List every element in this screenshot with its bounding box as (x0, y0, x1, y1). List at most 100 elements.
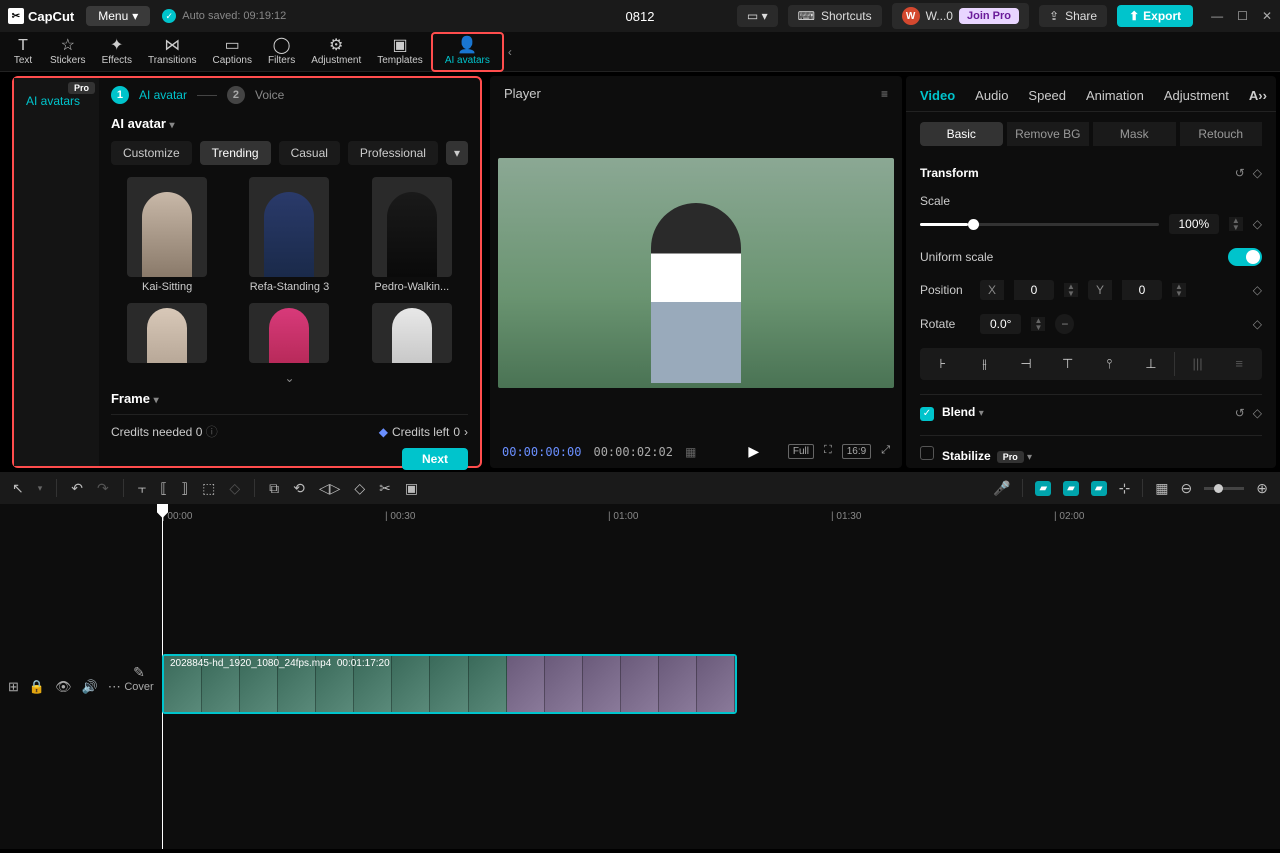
join-pro-badge[interactable]: Join Pro (959, 8, 1019, 24)
align-center-h-icon[interactable]: ⫲ (966, 352, 1004, 376)
tab-templates[interactable]: ▣Templates (369, 36, 431, 68)
distribute-h-icon[interactable]: ||| (1179, 352, 1217, 376)
duplicate-icon[interactable]: ⧉ (269, 480, 279, 497)
tab-filters[interactable]: ◯Filters (260, 36, 303, 68)
track-add-icon[interactable]: ⊞ (8, 679, 19, 695)
fullscreen-icon[interactable]: ⤢ (881, 444, 890, 459)
crop-icon[interactable]: ✂ (379, 480, 391, 497)
x-stepper[interactable]: ▲▼ (1064, 283, 1078, 297)
track-more-icon[interactable]: ⋯ (108, 679, 121, 695)
scale-value[interactable]: 100% (1169, 214, 1219, 234)
reset-icon[interactable]: ↺ (1235, 166, 1245, 180)
tab-stickers[interactable]: ☆Stickers (42, 36, 94, 68)
step-2-label[interactable]: Voice (255, 88, 284, 102)
blend-row[interactable]: ✓Blend ▾ (920, 405, 984, 421)
chip-customize[interactable]: Customize (111, 141, 192, 165)
position-y-input[interactable]: 0 (1122, 280, 1162, 300)
project-title[interactable]: 0812 (626, 9, 655, 24)
track-mute-icon[interactable]: 🔊 (82, 679, 98, 695)
full-button[interactable]: Full (788, 444, 814, 459)
scale-keyframe-icon[interactable]: ◇ (1253, 217, 1262, 231)
timeline-ruler[interactable]: | 00:00 | 00:30 | 01:00 | 01:30 | 02:00 (0, 504, 1280, 528)
blend-checkbox[interactable]: ✓ (920, 407, 934, 421)
preview-icon[interactable]: ▰ (1091, 481, 1107, 496)
scale-slider[interactable] (920, 223, 1159, 226)
tab-ai-avatars[interactable]: 👤AI avatars (437, 36, 498, 68)
align-center-v-icon[interactable]: ⫯ (1091, 352, 1129, 376)
track-icon[interactable]: ▦ (1155, 480, 1168, 497)
maximize-icon[interactable]: ☐ (1237, 9, 1248, 23)
scale-fit-icon[interactable]: ⛶ (824, 444, 832, 459)
play-button[interactable]: ▶ (748, 443, 759, 460)
align-left-icon[interactable]: ⊦ (924, 352, 962, 376)
uniform-scale-toggle[interactable] (1228, 248, 1262, 266)
avatar-card-5[interactable] (233, 303, 345, 363)
menu-button[interactable]: Menu ▾ (86, 6, 150, 26)
align-top-icon[interactable]: ⊤ (1049, 352, 1087, 376)
video-preview[interactable] (498, 158, 894, 388)
stabilize-checkbox[interactable] (920, 446, 934, 460)
chip-more-button[interactable]: ▾ (446, 141, 468, 165)
link-icon[interactable]: ▰ (1063, 481, 1079, 496)
scale-stepper[interactable]: ▲▼ (1229, 217, 1243, 231)
credits-left[interactable]: ◆ Credits left 0 › (379, 425, 468, 439)
step-1-label[interactable]: AI avatar (139, 88, 187, 102)
collapse-chevron-icon[interactable]: ‹ (508, 45, 512, 59)
subtab-basic[interactable]: Basic (920, 122, 1003, 146)
tab-text[interactable]: TText (4, 36, 42, 68)
next-button[interactable]: Next (402, 448, 468, 470)
distribute-v-icon[interactable]: ≡ (1220, 352, 1258, 376)
minimize-icon[interactable]: — (1211, 9, 1223, 23)
avatar-card-6[interactable] (356, 303, 468, 363)
rotate-keyframe-icon[interactable]: ◇ (1253, 317, 1262, 331)
prop-tab-animation[interactable]: Animation (1086, 88, 1144, 103)
freeze-icon[interactable]: ▣ (405, 480, 418, 497)
avatar-card-4[interactable] (111, 303, 223, 363)
tab-effects[interactable]: ✦Effects (94, 36, 140, 68)
chip-professional[interactable]: Professional (348, 141, 438, 165)
shortcuts-button[interactable]: ⌨ Shortcuts (788, 5, 882, 27)
view-grid-icon[interactable]: ▦ (685, 445, 696, 459)
zoom-in-icon[interactable]: ⊕ (1256, 480, 1268, 497)
magnetic-icon[interactable]: ▰ (1035, 481, 1051, 496)
snap-icon[interactable]: ⊹ (1119, 480, 1131, 497)
position-keyframe-icon[interactable]: ◇ (1253, 283, 1262, 297)
blend-keyframe-icon[interactable]: ◇ (1253, 406, 1262, 420)
tab-adjustment[interactable]: ⚙Adjustment (303, 36, 369, 68)
crop-tool-icon[interactable]: ⬚ (202, 480, 215, 497)
subtab-remove-bg[interactable]: Remove BG (1007, 122, 1090, 146)
y-stepper[interactable]: ▲▼ (1172, 283, 1186, 297)
position-x-input[interactable]: 0 (1014, 280, 1054, 300)
aspect-ratio-button[interactable]: ▭ ▾ (737, 5, 778, 27)
subtab-mask[interactable]: Mask (1093, 122, 1176, 146)
chip-casual[interactable]: Casual (279, 141, 340, 165)
subtab-retouch[interactable]: Retouch (1180, 122, 1263, 146)
expand-chevron-icon[interactable]: ⌄ (111, 371, 468, 385)
mic-icon[interactable]: 🎤 (993, 480, 1010, 497)
user-menu[interactable]: W W...0 Join Pro (892, 3, 1029, 29)
cover-button[interactable]: ✎ Cover (120, 664, 158, 693)
chip-trending[interactable]: Trending (200, 141, 271, 165)
close-icon[interactable]: ✕ (1262, 9, 1272, 23)
rotate-icon[interactable]: ◇ (354, 480, 365, 497)
trim-right-icon[interactable]: ⟧ (181, 480, 188, 497)
mirror-icon[interactable]: ◁▷ (319, 480, 341, 497)
zoom-slider[interactable] (1204, 487, 1244, 490)
select-tool-icon[interactable]: ↖ (12, 480, 24, 497)
rotate-input[interactable]: 0.0° (980, 314, 1021, 334)
prop-tab-more[interactable]: A›› (1249, 88, 1267, 103)
stabilize-row[interactable]: StabilizePro ▾ (920, 446, 1032, 463)
track-lock-icon[interactable]: 🔒 (29, 679, 45, 695)
align-right-icon[interactable]: ⊣ (1007, 352, 1045, 376)
redo-icon[interactable]: ↷ (97, 480, 109, 497)
prop-tab-video[interactable]: Video (920, 88, 955, 103)
zoom-out-icon[interactable]: ⊖ (1181, 480, 1193, 497)
prop-tab-audio[interactable]: Audio (975, 88, 1008, 103)
tab-transitions[interactable]: ⋈Transitions (140, 36, 205, 68)
keyframe-icon[interactable]: ◇ (1253, 166, 1262, 180)
avatar-card-refa[interactable]: Refa-Standing 3 (233, 177, 345, 293)
align-bottom-icon[interactable]: ⊥ (1132, 352, 1170, 376)
avatar-card-kai[interactable]: Kai-Sitting (111, 177, 223, 293)
avatar-card-pedro[interactable]: Pedro-Walkin... (356, 177, 468, 293)
select-dropdown-icon[interactable]: ▾ (38, 483, 43, 494)
